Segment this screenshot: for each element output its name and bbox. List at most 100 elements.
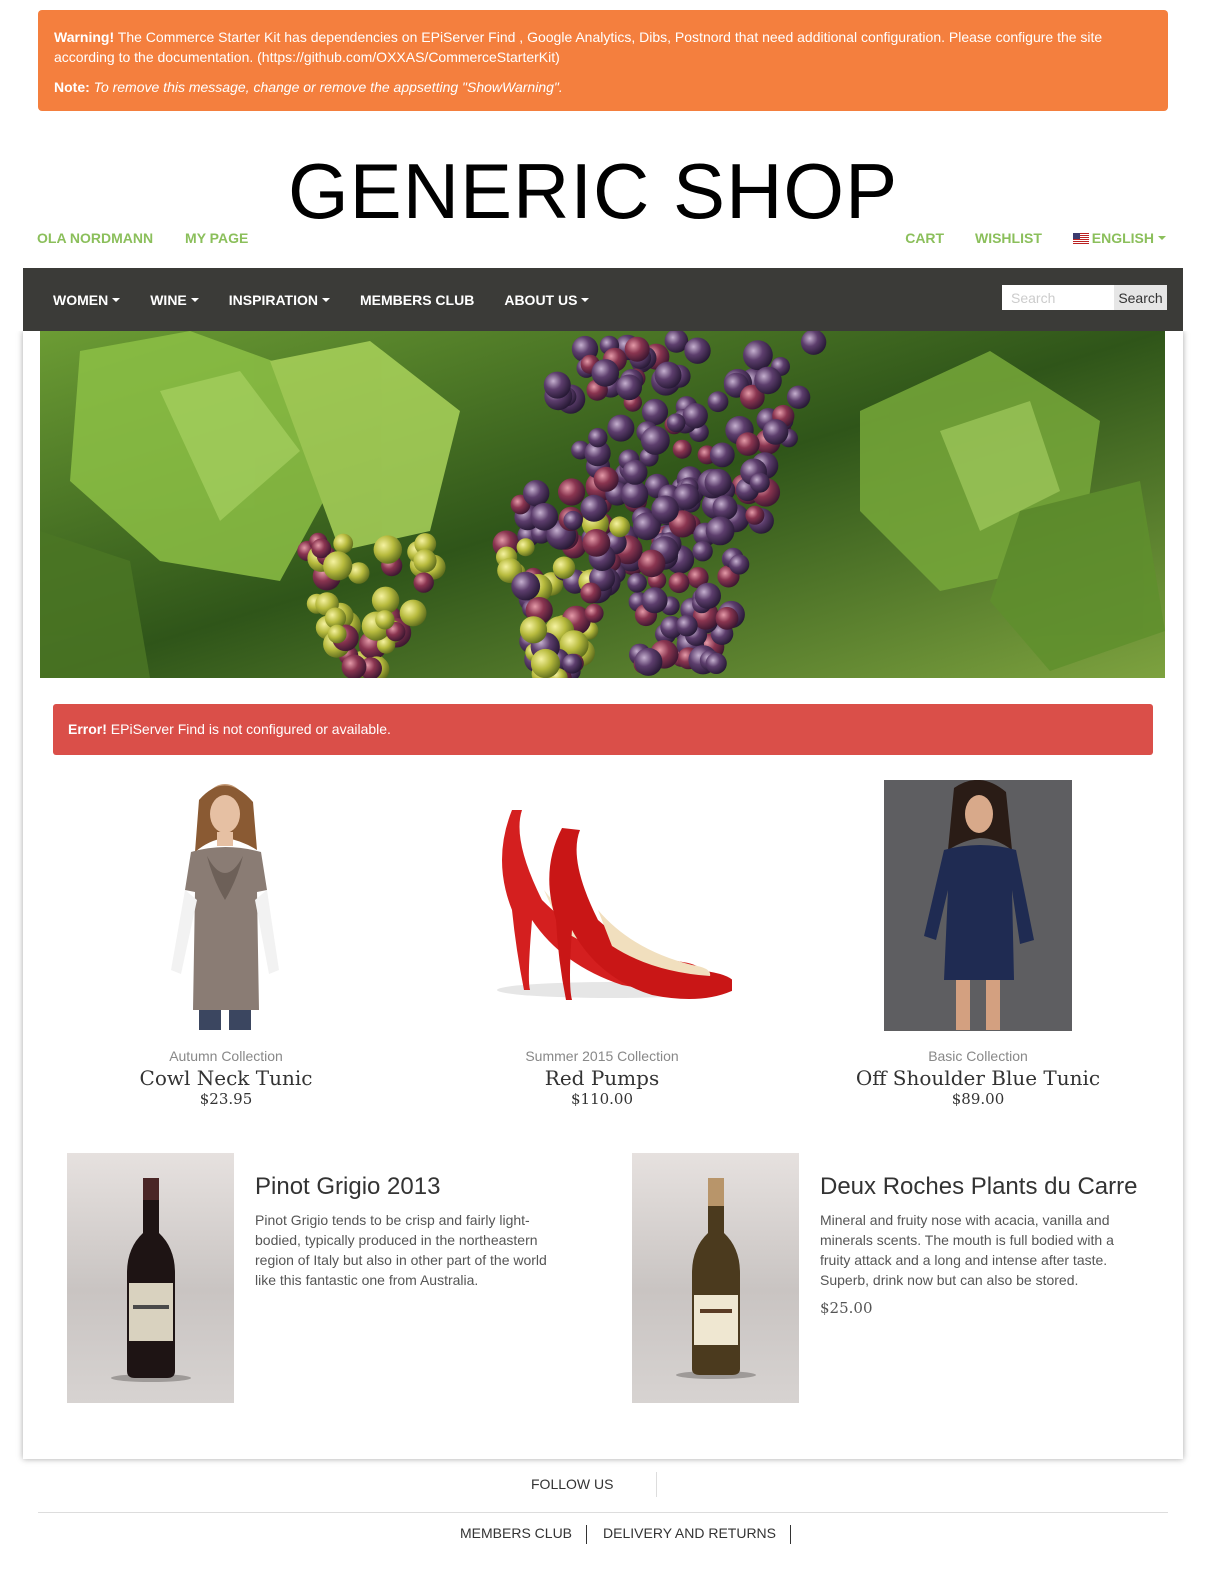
wine-title[interactable]: Deux Roches Plants du Carre: [820, 1172, 1137, 1202]
footer-link-delivery-returns[interactable]: DELIVERY AND RETURNS: [603, 1525, 792, 1544]
warning-message: Warning! The Commerce Starter Kit has de…: [54, 27, 1152, 67]
grape: [580, 494, 608, 522]
hero-grapes-image[interactable]: [40, 331, 1165, 678]
product-price: $23.95: [199, 1090, 253, 1108]
grape: [705, 652, 727, 674]
language-dropdown[interactable]: ENGLISH: [1072, 230, 1166, 246]
grape: [707, 391, 729, 413]
product-collection: Summer 2015 Collection: [525, 1048, 679, 1064]
user-name-link[interactable]: OLA NORDMANN: [37, 230, 153, 246]
product-card[interactable]: Summer 2015 Collection Red Pumps $110.00: [414, 780, 790, 1108]
grape: [676, 614, 698, 637]
nav-item-about-us[interactable]: ABOUT US: [504, 292, 590, 308]
grape: [715, 606, 739, 630]
footer-link-members-club[interactable]: MEMBERS CLUB: [460, 1525, 588, 1544]
grape: [588, 428, 608, 448]
grape: [709, 442, 735, 468]
chevron-down-icon: [1158, 236, 1166, 240]
site-logo[interactable]: GENERIC SHOP: [288, 148, 898, 234]
my-page-link[interactable]: MY PAGE: [185, 230, 248, 246]
product-card[interactable]: Basic Collection Off Shoulder Blue Tunic…: [790, 779, 1166, 1108]
grape: [563, 510, 583, 531]
grape: [591, 359, 620, 387]
grape: [666, 413, 686, 433]
grape: [641, 426, 670, 455]
grape: [641, 587, 668, 614]
nav-item-inspiration[interactable]: INSPIRATION: [229, 292, 330, 308]
grape: [327, 624, 347, 644]
nav-item-wine[interactable]: WINE: [150, 292, 199, 308]
product-image-red-pumps[interactable]: [472, 780, 736, 1031]
warning-note: Note: To remove this message, change or …: [54, 77, 1152, 97]
grape: [399, 599, 427, 627]
grape: [530, 648, 561, 678]
us-flag-icon: [1072, 233, 1089, 244]
grape: [413, 549, 437, 573]
grape: [704, 468, 732, 497]
wishlist-link[interactable]: WISHLIST: [975, 230, 1042, 246]
footer-links: MEMBERS CLUB DELIVERY AND RETURNS: [460, 1525, 807, 1544]
grape: [634, 647, 663, 676]
grape: [616, 374, 642, 401]
footer-rule: [38, 1512, 1168, 1513]
wine-description: Mineral and fruity nose with acacia, van…: [820, 1212, 1114, 1288]
grape: [375, 610, 395, 630]
follow-us-heading: FOLLOW US: [531, 1476, 614, 1492]
woman-tunic-illustration: [171, 784, 279, 1030]
grape: [582, 529, 611, 557]
wine-title[interactable]: Pinot Grigio 2013: [255, 1172, 440, 1202]
chevron-down-icon: [581, 297, 590, 302]
chevron-down-icon: [321, 297, 330, 302]
grape: [562, 653, 582, 674]
red-pumps-illustration: [497, 810, 736, 1000]
search-input[interactable]: [1002, 285, 1114, 310]
grape: [624, 336, 650, 362]
product-image-off-shoulder-blue-tunic[interactable]: [884, 779, 1072, 1031]
grape: [607, 414, 635, 442]
grape: [786, 385, 811, 409]
grape: [651, 495, 679, 524]
product-name[interactable]: Red Pumps: [414, 1066, 790, 1090]
grape: [682, 403, 708, 429]
warning-text: The Commerce Starter Kit has dependencie…: [54, 29, 1103, 65]
grape: [668, 572, 690, 594]
grape: [694, 582, 722, 609]
grape: [754, 366, 782, 395]
grape: [637, 549, 666, 578]
product-card[interactable]: Autumn Collection Cowl Neck Tunic $23.95: [38, 780, 414, 1108]
wine-bottle-illustration: [111, 1178, 191, 1382]
nav-item-label: WINE: [150, 291, 187, 308]
note-label: Note:: [54, 79, 90, 95]
grape: [333, 533, 354, 554]
nav-item-members-club[interactable]: MEMBERS CLUB: [360, 292, 474, 308]
wine-image-pinot-grigio[interactable]: [67, 1153, 234, 1403]
grape: [762, 419, 789, 445]
grape: [584, 603, 604, 623]
nav-item-label: WOMEN: [53, 291, 109, 308]
cart-link[interactable]: CART: [905, 230, 944, 246]
grape: [743, 340, 773, 371]
grape: [519, 616, 548, 644]
wine-bottle-illustration: [676, 1178, 756, 1379]
note-text: To remove this message, change or remove…: [89, 79, 563, 95]
product-image-cowl-neck-tunic[interactable]: [141, 780, 311, 1031]
nav-item-label: MEMBERS CLUB: [359, 291, 475, 308]
grape: [558, 478, 586, 506]
wine-price: $25.00: [820, 1299, 873, 1317]
grape: [609, 516, 631, 538]
account-links: CART WISHLIST ENGLISH: [878, 230, 1166, 246]
error-alert: Error! EPiServer Find is not configured …: [53, 704, 1153, 755]
search-button[interactable]: Search: [1114, 285, 1167, 310]
nav-menu: WOMEN WINE INSPIRATION MEMBERS CLUB ABOU…: [53, 268, 619, 331]
grape: [511, 571, 541, 601]
nav-item-women[interactable]: WOMEN: [53, 291, 121, 308]
product-name[interactable]: Off Shoulder Blue Tunic: [790, 1066, 1166, 1090]
wine-image-deux-roches[interactable]: [632, 1153, 799, 1403]
main-navbar: WOMEN WINE INSPIRATION MEMBERS CLUB ABOU…: [23, 268, 1183, 331]
grape: [627, 573, 647, 593]
product-name[interactable]: Cowl Neck Tunic: [38, 1066, 414, 1090]
grape: [622, 459, 648, 485]
grape: [684, 337, 711, 364]
grape: [413, 572, 434, 593]
grape: [729, 554, 750, 575]
